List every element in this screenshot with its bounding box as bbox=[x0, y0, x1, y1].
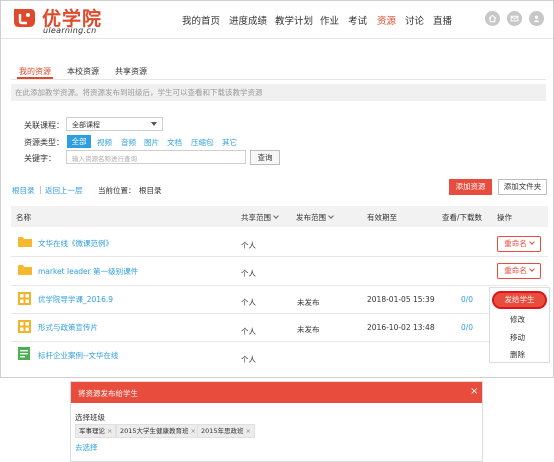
tabs-divider bbox=[11, 79, 546, 80]
menu-delete[interactable]: 删除 bbox=[510, 349, 525, 360]
col-share-scope-label: 共享范围 bbox=[241, 213, 271, 222]
courseware-icon bbox=[18, 320, 31, 333]
row-publish: 未发布 bbox=[297, 298, 320, 307]
logo-icon bbox=[14, 9, 35, 27]
class-chip-label: 2015大学生健康教育班 bbox=[120, 427, 189, 435]
dialog-title: 将资源发布给学生 bbox=[78, 389, 138, 398]
row-valid-until: 2018-01-05 15:39 bbox=[367, 295, 435, 304]
add-folder-button[interactable]: 添加文件夹 bbox=[498, 179, 547, 195]
mail-icon[interactable] bbox=[507, 11, 522, 26]
folder-icon bbox=[18, 265, 32, 275]
logo-domain: ulearning.cn bbox=[43, 26, 97, 35]
rename-label: 重命名 bbox=[504, 266, 527, 275]
row-name[interactable]: 优学院导学课_2016.9 bbox=[38, 294, 113, 305]
row-publish: 未发布 bbox=[297, 325, 320, 334]
select-class-label: 选择班级 bbox=[75, 413, 105, 422]
row-share: 个人 bbox=[241, 298, 256, 307]
row-divider bbox=[11, 256, 548, 257]
publish-to-students-button[interactable]: 发给学生 bbox=[492, 291, 547, 309]
chevron-down-icon bbox=[528, 266, 535, 272]
user-icon[interactable] bbox=[529, 11, 544, 26]
nav-home[interactable]: 我的首页 bbox=[182, 13, 220, 27]
row-valid-until: 2016-10-02 13:48 bbox=[367, 323, 435, 332]
rename-button[interactable]: 重命名 bbox=[497, 263, 541, 279]
col-name: 名称 bbox=[16, 213, 31, 222]
type-filter-image[interactable]: 图片 bbox=[144, 137, 159, 148]
nav-progress[interactable]: 进度成绩 bbox=[229, 13, 267, 27]
tab-school-resources[interactable]: 本校资源 bbox=[67, 66, 99, 77]
class-chip[interactable]: 军事理论 × bbox=[75, 424, 117, 438]
course-select[interactable]: 全部课程 bbox=[66, 117, 163, 131]
chevron-down-icon bbox=[528, 239, 535, 245]
nav-homework[interactable]: 作业 bbox=[320, 13, 339, 27]
breadcrumb-up[interactable]: 返回上一层 bbox=[45, 185, 83, 196]
row-share: 个人 bbox=[241, 327, 256, 336]
row-share: 个人 bbox=[241, 355, 256, 364]
row-name[interactable]: 标杆企业案例--文华在线 bbox=[38, 350, 118, 361]
folder-icon bbox=[18, 237, 32, 247]
rename-button[interactable]: 重命名 bbox=[497, 236, 541, 252]
search-button[interactable]: 查询 bbox=[250, 150, 280, 165]
type-filter-video[interactable]: 视频 bbox=[97, 137, 112, 148]
add-resource-button[interactable]: 添加资源 bbox=[449, 179, 492, 195]
menu-edit[interactable]: 修改 bbox=[510, 314, 525, 325]
type-filter-document[interactable]: 文档 bbox=[167, 137, 182, 148]
class-chip[interactable]: 2015年思政班 × bbox=[197, 424, 255, 438]
col-views-downloads: 查看/下载数 bbox=[442, 213, 483, 222]
keyword-input[interactable]: 输入资源名称进行查询 bbox=[66, 150, 246, 164]
chevron-down-icon bbox=[328, 213, 334, 219]
home-icon[interactable] bbox=[485, 11, 500, 26]
row-views[interactable]: 0/0 bbox=[461, 323, 473, 332]
row-name[interactable]: market leader 第一级别课件 bbox=[38, 266, 138, 277]
current-location-label: 当前位置： bbox=[98, 186, 136, 195]
close-icon[interactable]: × bbox=[470, 387, 478, 397]
class-chip-label: 2015年思政班 bbox=[201, 427, 244, 435]
type-filter-other[interactable]: 其它 bbox=[222, 137, 237, 148]
type-label: 资源类型： bbox=[24, 138, 64, 147]
nav-teaching-plan[interactable]: 教学计划 bbox=[275, 13, 313, 27]
breadcrumb-separator: | bbox=[39, 185, 42, 194]
col-share-scope[interactable]: 共享范围 bbox=[241, 212, 279, 223]
nav-exam[interactable]: 考试 bbox=[348, 13, 367, 27]
tab-shared-resources[interactable]: 共享资源 bbox=[115, 66, 147, 77]
remove-chip-icon[interactable]: × bbox=[191, 427, 196, 435]
document-icon bbox=[18, 347, 30, 360]
chevron-down-icon bbox=[273, 213, 279, 219]
menu-move[interactable]: 移动 bbox=[510, 332, 525, 343]
nav-discussion[interactable]: 讨论 bbox=[405, 13, 424, 27]
course-select-value: 全部课程 bbox=[72, 121, 100, 129]
row-name[interactable]: 形式与政策宣传片 bbox=[38, 322, 98, 333]
col-publish-scope[interactable]: 发布范围 bbox=[296, 212, 334, 223]
caret-down-icon bbox=[151, 122, 157, 126]
keyword-label: 关键字： bbox=[24, 154, 56, 163]
row-divider bbox=[11, 285, 548, 286]
row-divider bbox=[11, 341, 548, 342]
notice-banner: 在此添加教学资源。将资源发布到班级后，学生可以查看和下载该教学资源 bbox=[11, 84, 546, 101]
tab-my-resources[interactable]: 我的资源 bbox=[19, 66, 51, 77]
nav-resources[interactable]: 资源 bbox=[377, 13, 396, 27]
nav-live[interactable]: 直播 bbox=[433, 13, 452, 27]
col-publish-scope-label: 发布范围 bbox=[296, 213, 326, 222]
type-filter-all[interactable]: 全部 bbox=[67, 135, 91, 148]
resource-page-screenshot: 优学院 ulearning.cn 我的首页 进度成绩 教学计划 作业 考试 资源… bbox=[0, 0, 554, 378]
breadcrumb-root[interactable]: 根目录 bbox=[12, 185, 35, 196]
courseware-icon bbox=[18, 292, 31, 305]
row-views[interactable]: 0/0 bbox=[461, 295, 473, 304]
type-filter-audio[interactable]: 音频 bbox=[121, 137, 136, 148]
col-operations: 操作 bbox=[497, 213, 512, 222]
row-share: 个人 bbox=[241, 269, 256, 278]
reselect-link[interactable]: 去选择 bbox=[75, 442, 98, 453]
row-name[interactable]: 文华在线《微课范例》 bbox=[38, 238, 113, 249]
current-location-value: 根目录 bbox=[139, 186, 162, 195]
remove-chip-icon[interactable]: × bbox=[246, 427, 251, 435]
type-filter-archive[interactable]: 压缩包 bbox=[191, 137, 214, 148]
row-share: 个人 bbox=[241, 241, 256, 250]
rename-label: 重命名 bbox=[504, 239, 527, 248]
remove-chip-icon[interactable]: × bbox=[107, 427, 112, 435]
class-chip-label: 军事理论 bbox=[79, 427, 105, 435]
col-valid-until: 有效期至 bbox=[367, 213, 397, 222]
class-chip[interactable]: 2015大学生健康教育班 × bbox=[116, 424, 200, 438]
course-label: 关联课程： bbox=[24, 121, 64, 130]
row-divider bbox=[11, 313, 548, 314]
